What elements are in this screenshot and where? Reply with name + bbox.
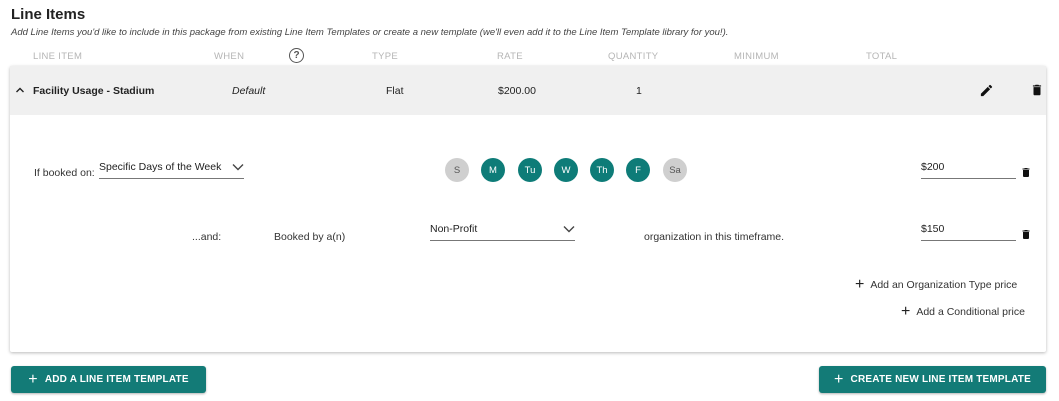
plus-icon: +: [855, 276, 865, 293]
section-title: Line Items: [11, 6, 86, 23]
pencil-icon[interactable]: [979, 83, 994, 98]
column-header-rate: RATE: [497, 51, 523, 62]
plus-icon: +: [28, 370, 38, 388]
day-toggle-monday[interactable]: M: [481, 158, 505, 182]
day-toggle-thursday[interactable]: Th: [590, 158, 614, 182]
section-subtitle: Add Line Items you'd like to include in …: [11, 27, 729, 38]
column-header-minimum: MINIMUM: [734, 51, 779, 62]
if-booked-on-label: If booked on:: [34, 167, 95, 179]
organization-suffix-label: organization in this timeframe.: [644, 231, 785, 243]
trash-icon[interactable]: [1020, 227, 1032, 242]
organization-type-value: Non-Profit: [430, 223, 478, 235]
column-header-line-item: LINE ITEM: [33, 51, 83, 62]
organization-price-input[interactable]: $150: [921, 223, 1016, 241]
day-toggle-friday[interactable]: F: [626, 158, 650, 182]
and-label: ...and:: [192, 231, 222, 243]
line-item-header-row[interactable]: Facility Usage - Stadium Default Flat $2…: [10, 66, 1046, 115]
chevron-up-icon[interactable]: [16, 86, 24, 94]
plus-icon: +: [901, 303, 911, 320]
column-header-quantity: QUANTITY: [608, 51, 659, 62]
line-item-rate: $200.00: [498, 85, 536, 97]
line-item-name: Facility Usage - Stadium: [33, 85, 155, 97]
help-icon[interactable]: ?: [289, 48, 304, 63]
day-toggle-wednesday[interactable]: W: [554, 158, 578, 182]
create-new-line-item-template-label: CREATE NEW LINE ITEM TEMPLATE: [850, 374, 1031, 385]
add-conditional-price-label: Add a Conditional price: [916, 306, 1025, 318]
day-condition-value: Specific Days of the Week: [99, 161, 222, 173]
add-line-item-template-button[interactable]: + ADD A LINE ITEM TEMPLATE: [11, 366, 206, 393]
add-organization-type-price-label: Add an Organization Type price: [870, 279, 1018, 291]
chevron-down-icon: [232, 164, 244, 171]
day-toggle-sunday[interactable]: S: [445, 158, 469, 182]
chevron-down-icon: [563, 226, 575, 233]
plus-icon: +: [834, 370, 844, 388]
line-item-when: Default: [232, 85, 266, 97]
create-new-line-item-template-button[interactable]: + CREATE NEW LINE ITEM TEMPLATE: [819, 366, 1046, 393]
column-header-type: TYPE: [372, 51, 399, 62]
day-toggle-tuesday[interactable]: Tu: [518, 158, 542, 182]
line-item-type: Flat: [386, 85, 404, 97]
column-header-total: TOTAL: [866, 51, 898, 62]
trash-icon[interactable]: [1020, 165, 1032, 180]
day-condition-price-input[interactable]: $200: [921, 161, 1016, 179]
booked-by-label: Booked by a(n): [274, 231, 346, 243]
column-header-when: WHEN: [214, 51, 245, 62]
day-toggle-saturday[interactable]: Sa: [663, 158, 687, 182]
add-line-item-template-label: ADD A LINE ITEM TEMPLATE: [44, 374, 189, 385]
add-organization-type-price-link[interactable]: + Add an Organization Type price: [855, 276, 1018, 293]
organization-type-select[interactable]: Non-Profit: [430, 223, 575, 241]
line-item-quantity: 1: [636, 85, 642, 97]
trash-icon[interactable]: [1030, 82, 1044, 98]
line-item-card: Facility Usage - Stadium Default Flat $2…: [10, 66, 1046, 352]
day-condition-select[interactable]: Specific Days of the Week: [99, 161, 244, 179]
add-conditional-price-link[interactable]: + Add a Conditional price: [901, 303, 1025, 320]
